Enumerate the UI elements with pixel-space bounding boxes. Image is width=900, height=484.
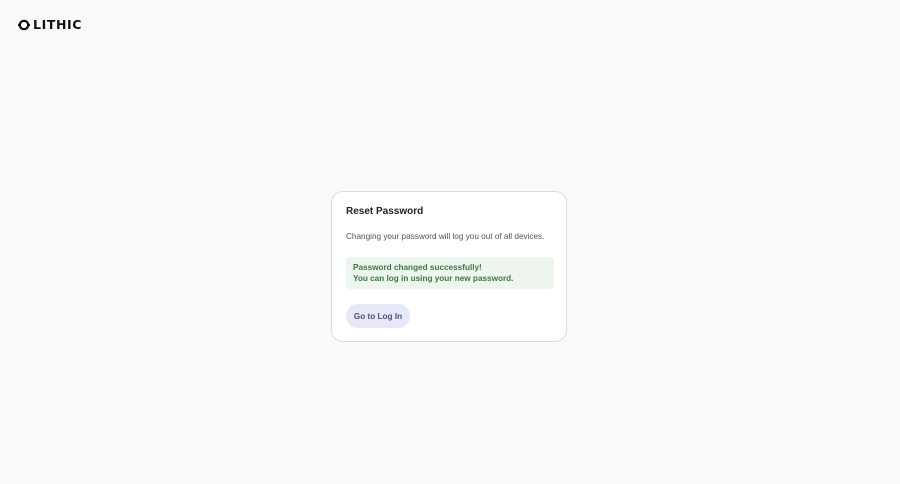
page: LITHIC Reset Password Changing your pass…: [0, 0, 900, 484]
reset-password-card: Reset Password Changing your password wi…: [331, 191, 567, 342]
card-description: Changing your password will log you out …: [346, 232, 545, 241]
card-title: Reset Password: [346, 206, 424, 217]
brand-logo[interactable]: LITHIC: [18, 18, 82, 32]
success-alert-title: Password changed successfully!: [353, 263, 482, 272]
success-alert-message: You can log in using your new password.: [353, 274, 514, 283]
success-alert: Password changed successfully! You can l…: [346, 257, 554, 289]
brand-name: LITHIC: [33, 17, 83, 32]
go-to-login-button[interactable]: Go to Log In: [346, 304, 410, 328]
lithic-logo-icon: [18, 19, 30, 31]
